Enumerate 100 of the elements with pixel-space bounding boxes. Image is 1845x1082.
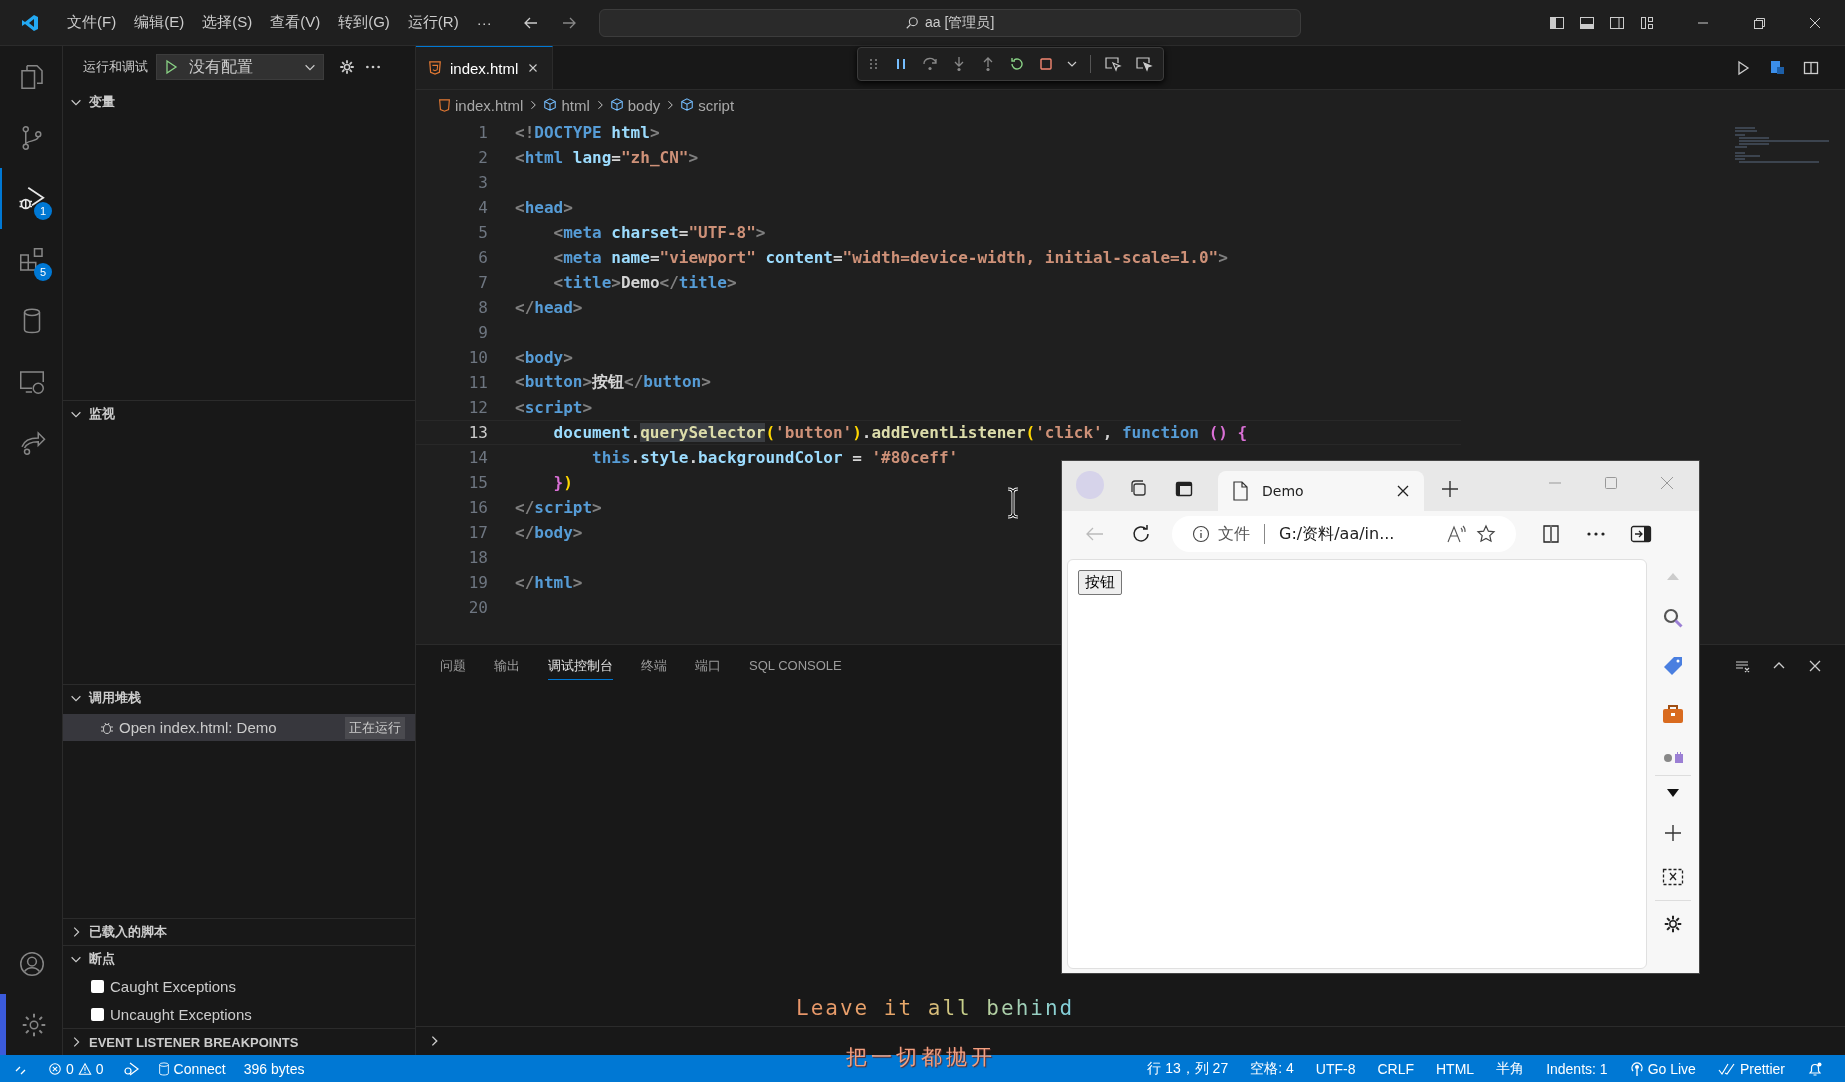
checkbox[interactable] [91,979,104,993]
star-icon[interactable] [1476,524,1496,544]
open-preview-icon[interactable] [1769,59,1785,76]
close-icon[interactable] [1396,484,1410,498]
warning-count: 0 [95,1060,104,1077]
search-icon[interactable] [1662,607,1684,629]
plus-icon[interactable] [1664,824,1682,842]
editor-tab[interactable]: index.html [416,46,554,89]
menu-item[interactable]: 查看(V) [261,13,330,32]
checkbox[interactable] [91,1007,104,1021]
panel-tab[interactable]: 终端 [641,652,667,680]
close-icon[interactable] [1807,658,1823,674]
menu-item[interactable]: 运行(R) [398,13,468,32]
step-over-icon[interactable] [922,56,938,72]
panel-tab[interactable]: SQL CONSOLE [749,654,842,678]
breakpoint-option[interactable]: Uncaught Exceptions [63,1000,415,1028]
layout-icon[interactable] [1639,14,1655,31]
line-number: 5 [477,223,488,242]
page-button[interactable]: 按钮 [1078,570,1122,595]
character-width-status[interactable]: 半角 [1496,1059,1525,1078]
new-tab-icon[interactable] [1440,479,1460,499]
split-screen-icon[interactable] [1540,524,1562,544]
text-cursor-icon [1006,487,1020,519]
line-number: 10 [467,348,488,367]
command-center-search[interactable]: aa [管理员] [598,8,1301,37]
section-header[interactable]: 调用堆栈 [63,684,415,712]
menu-item[interactable]: 选择(S) [193,13,262,32]
breadcrumb-item[interactable]: script [680,96,735,114]
file-size-status[interactable]: 396 bytes [243,1060,305,1077]
line-ending-status[interactable]: CRLF [1377,1060,1414,1077]
stop-icon[interactable] [1038,56,1054,72]
toggle-secondary-sidebar-icon[interactable] [1609,14,1625,31]
panel-tab[interactable]: 输出 [494,652,520,680]
browser-tab[interactable]: Demo [1218,471,1424,511]
menu-item[interactable]: 转到(G) [329,13,399,32]
section-header[interactable]: 已载入的脚本 [63,918,415,946]
problems-status[interactable]: 0 0 [48,1060,104,1077]
panel-tab[interactable]: 调试控制台 [548,652,613,680]
tag-icon[interactable] [1662,655,1684,677]
menu-item[interactable]: 编辑(E) [125,13,194,32]
chess-pieces-icon[interactable] [1662,751,1684,763]
toggle-sidebar-icon[interactable] [1549,14,1565,31]
breadcrumb-item[interactable]: index.html [438,96,524,114]
menu-item[interactable]: 文件(F) [58,13,126,32]
double-check-icon [1717,1061,1736,1076]
database-connect-status[interactable]: Connect [157,1060,226,1077]
language-mode-status[interactable]: HTML [1436,1060,1475,1077]
split-editor-icon[interactable] [1803,59,1819,76]
indentation-status[interactable]: 空格: 4 [1250,1059,1294,1078]
section-header[interactable]: 变量 [63,88,415,115]
line-number: 16 [467,498,488,517]
indents-status[interactable]: Indents: 1 [1546,1060,1608,1077]
tab-actions-icon[interactable] [1174,479,1194,499]
inspect-icon[interactable] [1104,56,1122,72]
cube-icon [609,98,624,112]
clear-console-icon[interactable] [1735,658,1751,674]
line-number: 11 [467,373,488,392]
settings-icon[interactable] [1662,913,1684,935]
code-line: </script> [515,498,602,517]
encoding-status[interactable]: UTF-8 [1315,1060,1356,1077]
notification-bell-icon[interactable] [1807,1060,1823,1077]
refresh-icon[interactable] [1130,523,1152,545]
section-header[interactable]: 断点 [63,945,415,973]
inspect-icon[interactable] [1135,56,1153,72]
more-actions-icon[interactable] [1586,531,1606,537]
panel-tab[interactable]: 端口 [695,652,721,680]
cube-icon [680,98,695,112]
drag-handle-icon[interactable] [868,56,880,72]
code-line: </html> [515,573,583,592]
start-debugging-icon[interactable] [163,59,179,75]
panel-tab[interactable]: 问题 [440,652,466,680]
address-bar[interactable]: 文件 G:/资料/aa/in... [1172,516,1516,552]
activity-bar-item[interactable]: 5 [0,229,62,290]
breadcrumb-item[interactable]: body [609,96,661,114]
broadcast-icon [1629,1060,1644,1077]
cursor-position-status[interactable]: 行 13，列 27 [1147,1059,1229,1078]
menu-item[interactable]: ··· [467,14,501,31]
section-header[interactable]: 监视 [63,399,415,427]
prettier-status[interactable]: Prettier [1717,1060,1785,1077]
screenshot-icon[interactable] [1662,868,1684,888]
read-aloud-icon[interactable] [1446,524,1468,544]
run-icon[interactable] [1735,59,1751,76]
toggle-panel-icon[interactable] [1579,14,1595,31]
go-live-status[interactable]: Go Live [1629,1060,1696,1077]
configuration-dropdown[interactable]: 没有配置 [156,54,324,80]
breadcrumb-item[interactable]: html [543,96,590,114]
line-number: 9 [477,323,488,342]
restart-icon[interactable] [1009,56,1025,72]
code-line: }) [552,473,573,492]
breadcrumb-text: body [627,96,661,114]
code-line: <html lang="zh_CN"> [515,148,699,167]
info-icon [1192,525,1210,543]
html-file-icon [438,98,451,112]
call-stack-item[interactable]: Open index.html: Demo 正在运行 [63,714,415,742]
sidebar-toggle-icon[interactable] [1630,525,1652,543]
caret-down-icon[interactable] [1666,788,1680,798]
breadcrumb-text: index.html [455,96,524,114]
toolbox-icon[interactable] [1661,703,1685,725]
debug-icon[interactable] [121,1060,140,1077]
breakpoint-option[interactable]: Caught Exceptions [63,972,415,1001]
